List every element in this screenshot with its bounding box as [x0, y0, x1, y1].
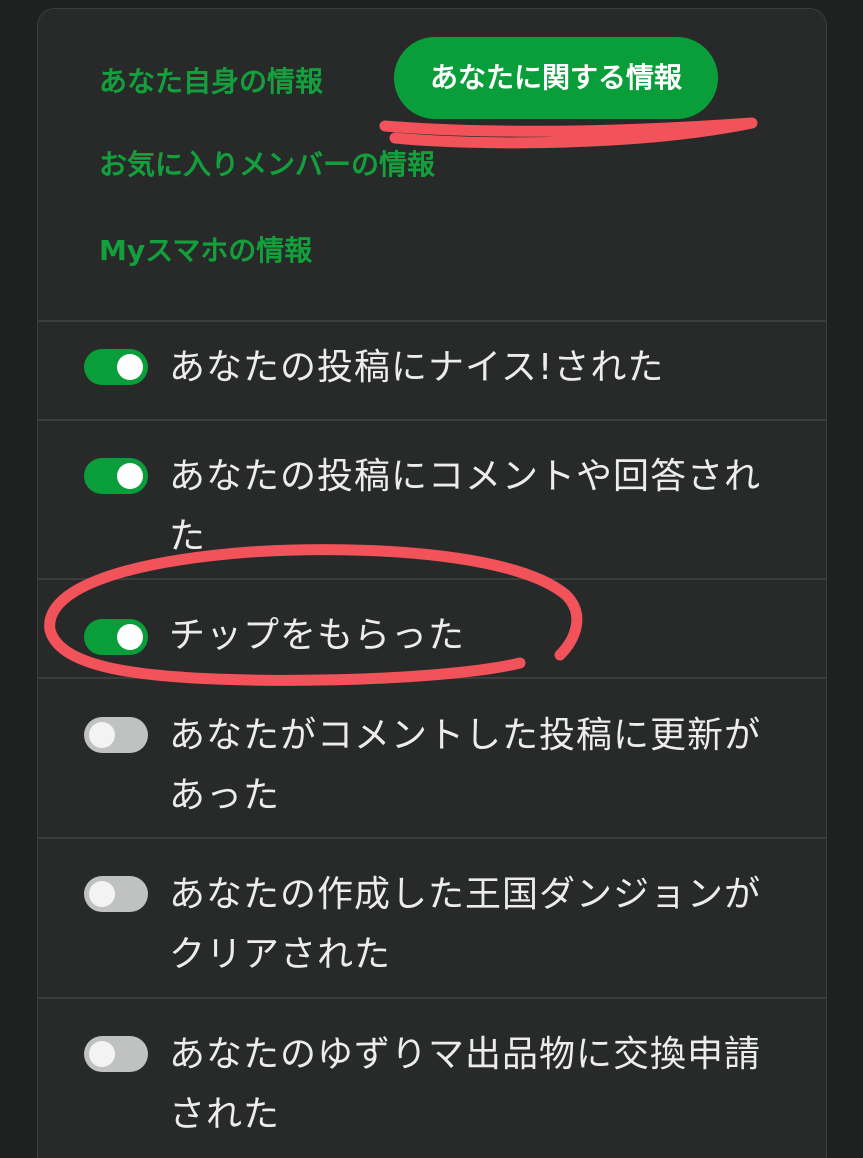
category-tabs: あなた自身の情報 あなたに関する情報 お気に入りメンバーの情報 Myスマホの情報 — [38, 9, 826, 321]
notification-settings-page: あなた自身の情報 あなたに関する情報 お気に入りメンバーの情報 Myスマホの情報… — [0, 0, 863, 1158]
toggle-knob — [89, 1041, 115, 1067]
setting-label: あなたの投稿にコメントや回答された — [169, 456, 762, 557]
toggle-switch[interactable] — [84, 1036, 148, 1072]
toggle-knob — [117, 354, 143, 380]
toggle-switch[interactable] — [84, 717, 148, 753]
toggle-switch[interactable] — [84, 349, 148, 385]
toggle-knob — [89, 722, 115, 748]
setting-row-exchange-request: あなたのゆずりマ出品物に交換申請された — [38, 998, 826, 1158]
setting-row-nice: あなたの投稿にナイス!された — [38, 321, 826, 419]
setting-row-commented-post-update: あなたがコメントした投稿に更新があった — [38, 678, 826, 837]
toggle-knob — [89, 881, 115, 907]
setting-row-dungeon-cleared: あなたの作成した王国ダンジョンがクリアされた — [38, 838, 826, 997]
settings-panel: あなた自身の情報 あなたに関する情報 お気に入りメンバーの情報 Myスマホの情報… — [37, 8, 827, 1158]
setting-row-comment: あなたの投稿にコメントや回答された — [38, 420, 826, 578]
toggle-switch[interactable] — [84, 876, 148, 912]
toggle-switch[interactable] — [84, 458, 148, 494]
setting-label: チップをもらった — [169, 615, 466, 656]
tab-my-smartphone-info[interactable]: Myスマホの情報 — [99, 231, 312, 271]
toggle-knob — [117, 463, 143, 489]
setting-label: あなたがコメントした投稿に更新があった — [169, 715, 762, 816]
tab-own-info[interactable]: あなた自身の情報 — [99, 62, 323, 102]
tab-favorite-members-info[interactable]: お気に入りメンバーの情報 — [99, 145, 435, 185]
toggle-knob — [117, 624, 143, 650]
setting-label: あなたの投稿にナイス!された — [169, 347, 665, 388]
setting-label: あなたの作成した王国ダンジョンがクリアされた — [169, 874, 762, 975]
setting-row-tip: チップをもらった — [38, 579, 826, 677]
tab-related-info[interactable]: あなたに関する情報 — [394, 37, 719, 119]
setting-label: あなたのゆずりマ出品物に交換申請された — [169, 1034, 762, 1135]
toggle-switch[interactable] — [84, 619, 148, 655]
